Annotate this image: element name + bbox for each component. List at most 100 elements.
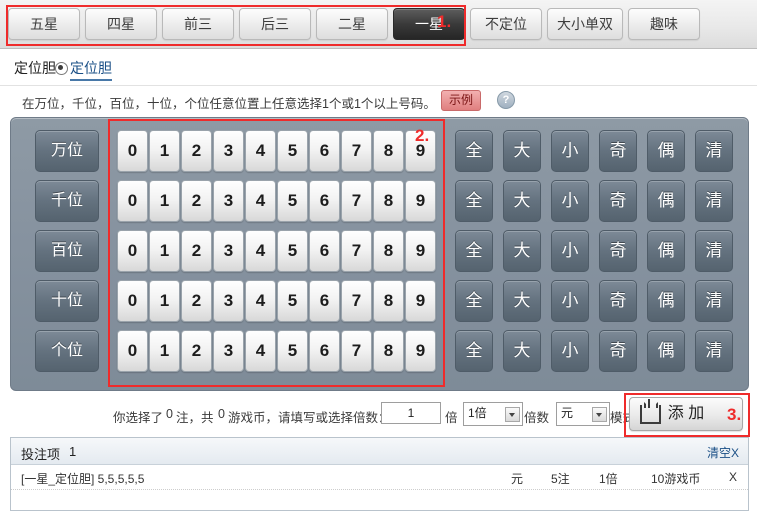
num-gewei-0[interactable]: 0	[117, 330, 148, 372]
num-baiwei-7[interactable]: 7	[341, 230, 372, 272]
num-baiwei-9[interactable]: 9	[405, 230, 436, 272]
num-qianwei-9[interactable]: 9	[405, 180, 436, 222]
action-qianwei-xiao[interactable]: 小	[551, 180, 589, 222]
action-gewei-qing[interactable]: 清	[695, 330, 733, 372]
num-shiwei-1[interactable]: 1	[149, 280, 180, 322]
action-gewei-da[interactable]: 大	[503, 330, 541, 372]
num-qianwei-4[interactable]: 4	[245, 180, 276, 222]
num-shiwei-2[interactable]: 2	[181, 280, 212, 322]
num-wanwei-8[interactable]: 8	[373, 130, 404, 172]
num-shiwei-8[interactable]: 8	[373, 280, 404, 322]
num-qianwei-5[interactable]: 5	[277, 180, 308, 222]
multiple-input[interactable]: 1	[381, 402, 441, 424]
multiple-select[interactable]: 1倍	[463, 402, 523, 426]
action-baiwei-da[interactable]: 大	[503, 230, 541, 272]
action-baiwei-quan[interactable]: 全	[455, 230, 493, 272]
action-qianwei-da[interactable]: 大	[503, 180, 541, 222]
action-gewei-ji[interactable]: 奇	[599, 330, 637, 372]
num-wanwei-3[interactable]: 3	[213, 130, 244, 172]
action-qianwei-ji[interactable]: 奇	[599, 180, 637, 222]
num-qianwei-0[interactable]: 0	[117, 180, 148, 222]
clear-all-link[interactable]: 清空X	[707, 444, 739, 461]
num-gewei-6[interactable]: 6	[309, 330, 340, 372]
action-gewei-quan[interactable]: 全	[455, 330, 493, 372]
tab-sixing[interactable]: 四星	[85, 8, 157, 40]
action-wanwei-da[interactable]: 大	[503, 130, 541, 172]
num-gewei-4[interactable]: 4	[245, 330, 276, 372]
num-shiwei-3[interactable]: 3	[213, 280, 244, 322]
bet-row-unit: 元	[511, 472, 524, 486]
num-wanwei-7[interactable]: 7	[341, 130, 372, 172]
help-icon[interactable]: ?	[497, 91, 515, 109]
num-gewei-5[interactable]: 5	[277, 330, 308, 372]
action-qianwei-ou[interactable]: 偶	[647, 180, 685, 222]
mode-select[interactable]: 元	[556, 402, 610, 426]
tab-daxiaodanshuang[interactable]: 大小单双	[547, 8, 623, 40]
tab-quwei[interactable]: 趣味	[628, 8, 700, 40]
num-baiwei-5[interactable]: 5	[277, 230, 308, 272]
action-gewei-xiao[interactable]: 小	[551, 330, 589, 372]
num-baiwei-8[interactable]: 8	[373, 230, 404, 272]
action-wanwei-quan[interactable]: 全	[455, 130, 493, 172]
num-gewei-9[interactable]: 9	[405, 330, 436, 372]
num-wanwei-4[interactable]: 4	[245, 130, 276, 172]
num-qianwei-6[interactable]: 6	[309, 180, 340, 222]
num-shiwei-4[interactable]: 4	[245, 280, 276, 322]
bet-row-delete[interactable]: X	[729, 470, 737, 484]
num-baiwei-4[interactable]: 4	[245, 230, 276, 272]
num-baiwei-1[interactable]: 1	[149, 230, 180, 272]
action-shiwei-xiao[interactable]: 小	[551, 280, 589, 322]
tab-qiansan[interactable]: 前三	[162, 8, 234, 40]
action-wanwei-ji[interactable]: 奇	[599, 130, 637, 172]
action-qianwei-qing[interactable]: 清	[695, 180, 733, 222]
num-baiwei-6[interactable]: 6	[309, 230, 340, 272]
num-qianwei-7[interactable]: 7	[341, 180, 372, 222]
num-baiwei-2[interactable]: 2	[181, 230, 212, 272]
action-qianwei-quan[interactable]: 全	[455, 180, 493, 222]
num-baiwei-3[interactable]: 3	[213, 230, 244, 272]
tab-erxing[interactable]: 二星	[316, 8, 388, 40]
tab-wuxing[interactable]: 五星	[8, 8, 80, 40]
action-wanwei-xiao[interactable]: 小	[551, 130, 589, 172]
tab-yixing[interactable]: 一星	[393, 8, 465, 40]
action-wanwei-qing[interactable]: 清	[695, 130, 733, 172]
action-shiwei-ou[interactable]: 偶	[647, 280, 685, 322]
num-shiwei-0[interactable]: 0	[117, 280, 148, 322]
add-button[interactable]: 添 加	[629, 397, 743, 431]
num-shiwei-6[interactable]: 6	[309, 280, 340, 322]
num-shiwei-9[interactable]: 9	[405, 280, 436, 322]
action-baiwei-ou[interactable]: 偶	[647, 230, 685, 272]
num-qianwei-2[interactable]: 2	[181, 180, 212, 222]
num-baiwei-0[interactable]: 0	[117, 230, 148, 272]
dingweidan-selected-tab[interactable]: 定位胆	[70, 58, 112, 81]
action-shiwei-da[interactable]: 大	[503, 280, 541, 322]
num-gewei-7[interactable]: 7	[341, 330, 372, 372]
tab-housan[interactable]: 后三	[239, 8, 311, 40]
action-baiwei-ji[interactable]: 奇	[599, 230, 637, 272]
example-button[interactable]: 示例	[441, 90, 482, 111]
action-shiwei-ji[interactable]: 奇	[599, 280, 637, 322]
num-wanwei-2[interactable]: 2	[181, 130, 212, 172]
action-shiwei-qing[interactable]: 清	[695, 280, 733, 322]
action-wanwei-ou[interactable]: 偶	[647, 130, 685, 172]
num-shiwei-5[interactable]: 5	[277, 280, 308, 322]
num-wanwei-0[interactable]: 0	[117, 130, 148, 172]
num-qianwei-1[interactable]: 1	[149, 180, 180, 222]
num-wanwei-6[interactable]: 6	[309, 130, 340, 172]
action-baiwei-xiao[interactable]: 小	[551, 230, 589, 272]
num-qianwei-3[interactable]: 3	[213, 180, 244, 222]
num-wanwei-1[interactable]: 1	[149, 130, 180, 172]
action-gewei-ou[interactable]: 偶	[647, 330, 685, 372]
dingweidan-radio[interactable]	[55, 62, 68, 75]
action-shiwei-quan[interactable]: 全	[455, 280, 493, 322]
num-gewei-8[interactable]: 8	[373, 330, 404, 372]
bet-prefix-text: 你选择了	[113, 411, 164, 425]
num-gewei-3[interactable]: 3	[213, 330, 244, 372]
num-qianwei-8[interactable]: 8	[373, 180, 404, 222]
action-baiwei-qing[interactable]: 清	[695, 230, 733, 272]
num-gewei-1[interactable]: 1	[149, 330, 180, 372]
tab-budingwei[interactable]: 不定位	[470, 8, 542, 40]
num-wanwei-5[interactable]: 5	[277, 130, 308, 172]
num-shiwei-7[interactable]: 7	[341, 280, 372, 322]
num-gewei-2[interactable]: 2	[181, 330, 212, 372]
